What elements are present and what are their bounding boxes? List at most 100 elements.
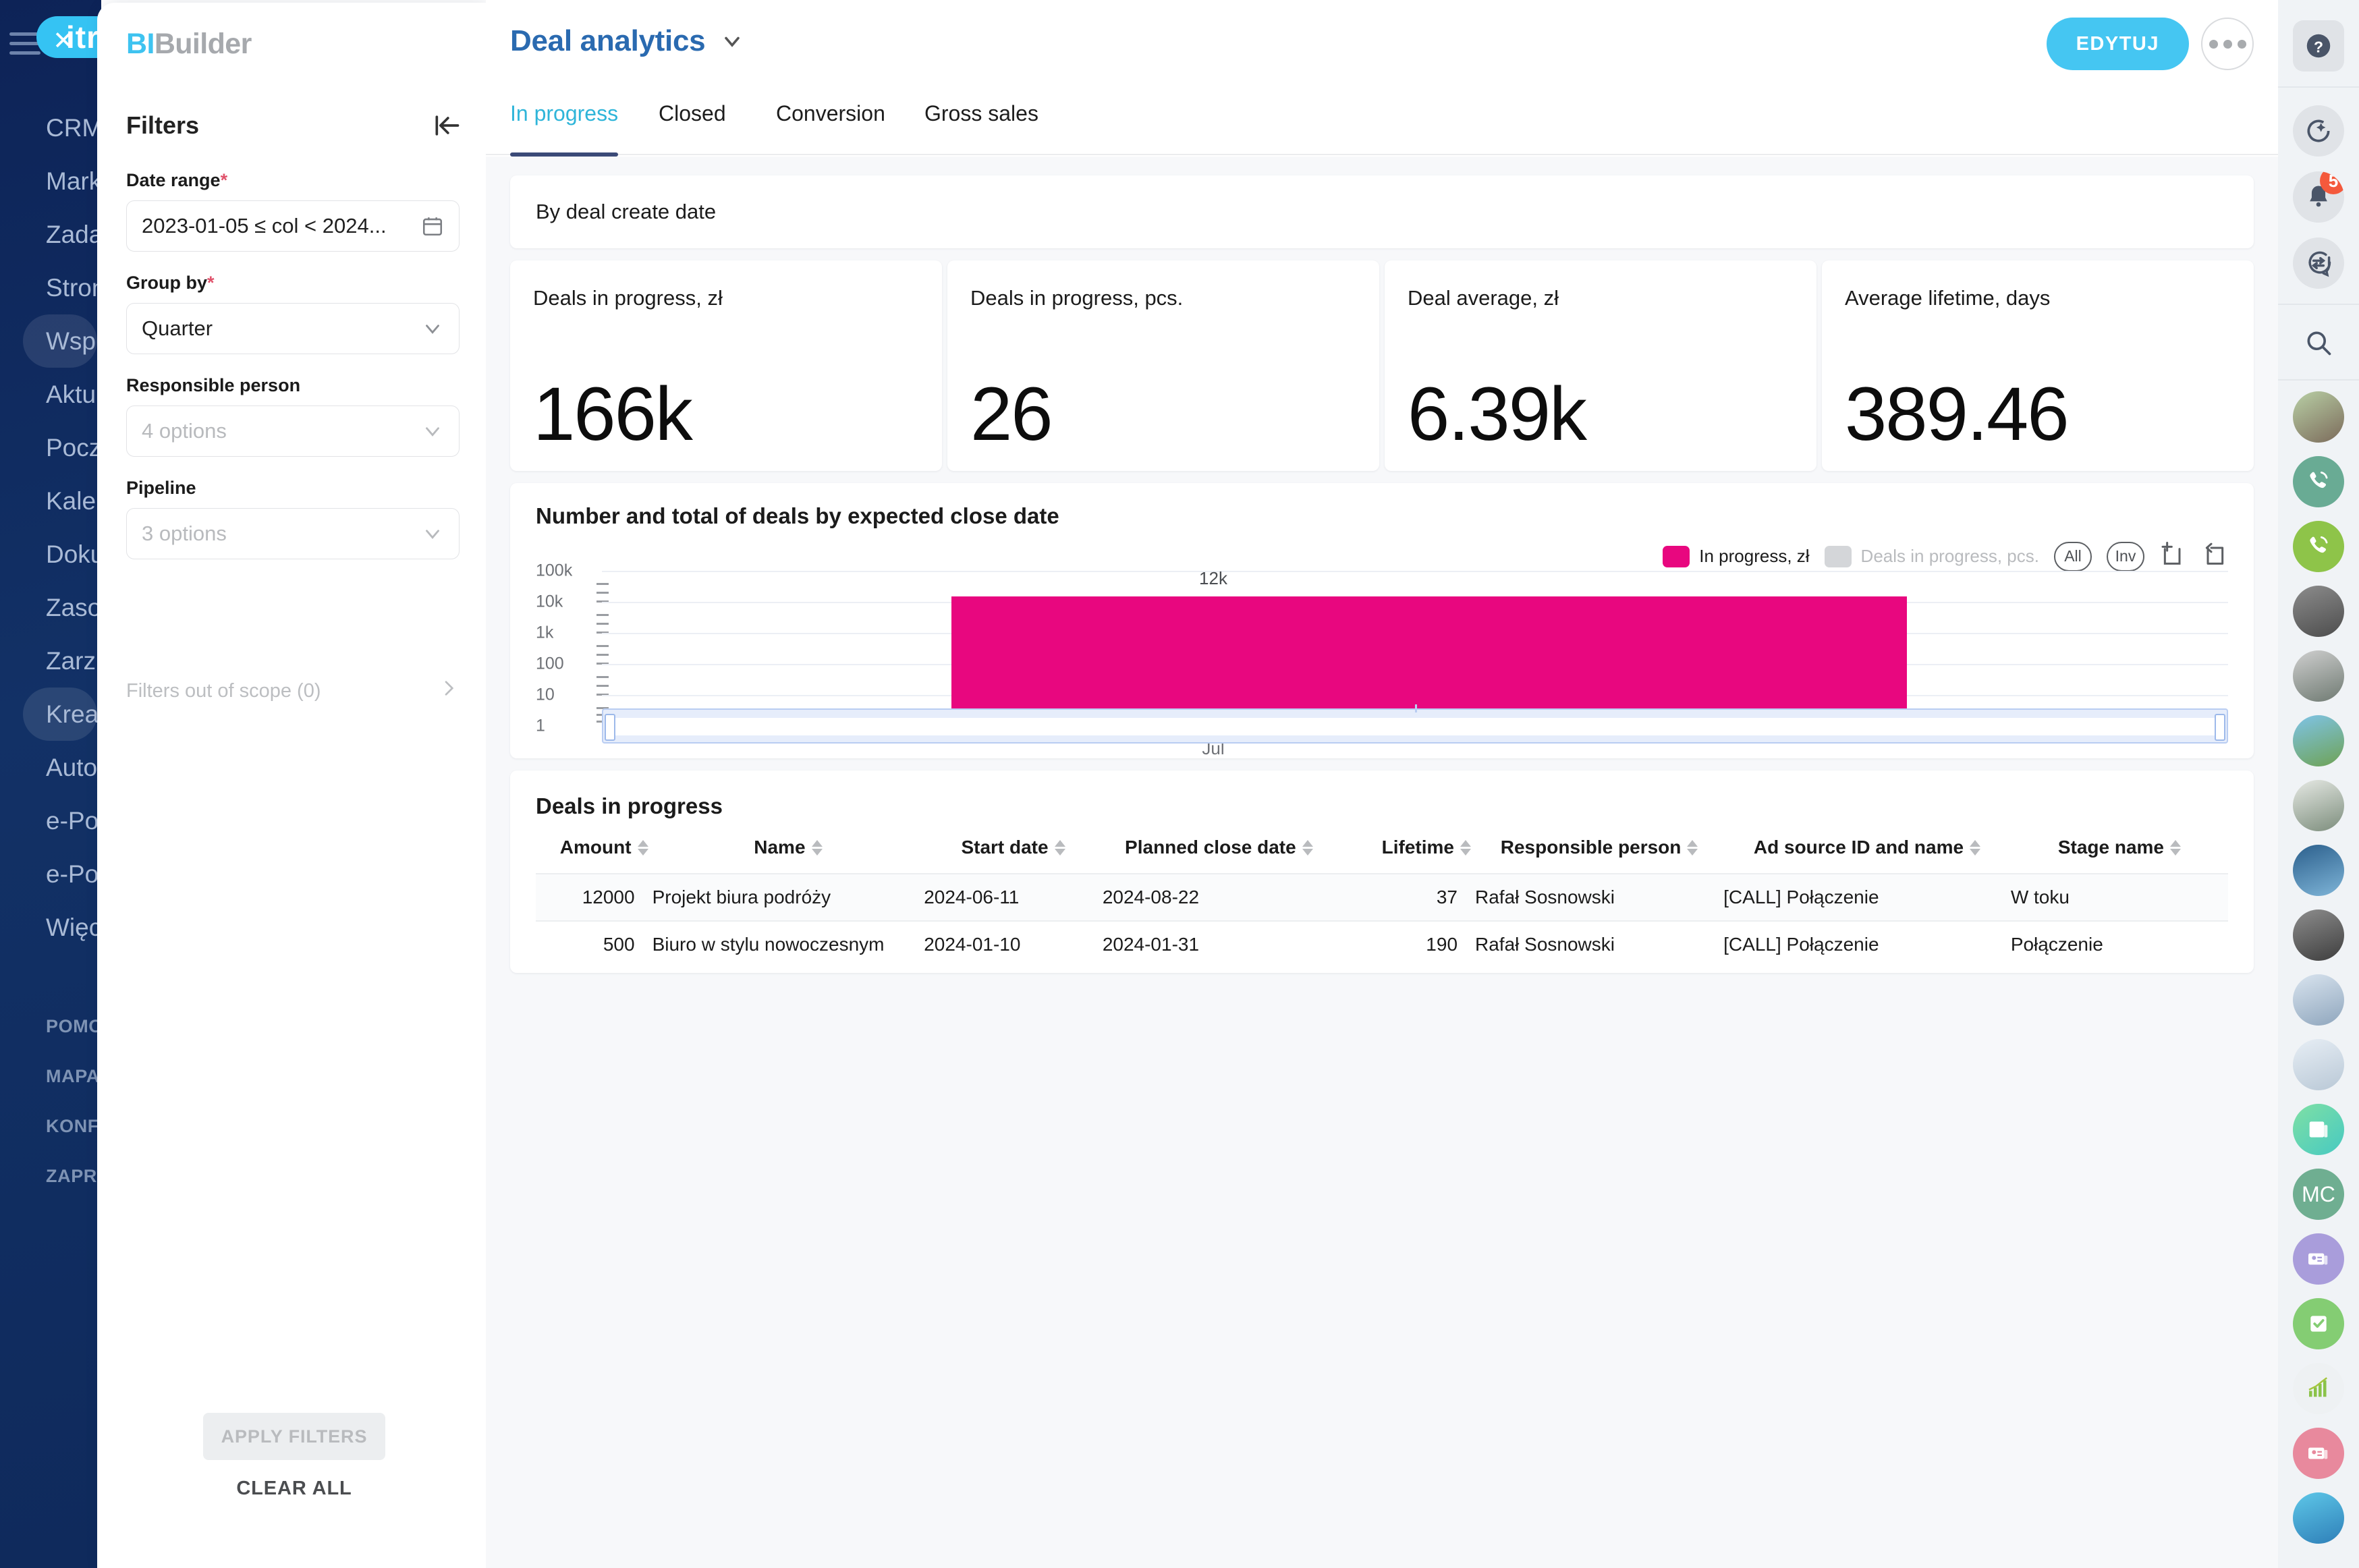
sidebar-item-tasks[interactable]: Zada bbox=[0, 208, 101, 261]
reset-chart-icon[interactable] bbox=[2201, 541, 2228, 571]
invert-series-button[interactable]: Inv bbox=[2107, 542, 2144, 571]
column-header-amount[interactable]: Amount bbox=[536, 837, 653, 874]
pipeline-value: 3 options bbox=[142, 522, 227, 546]
sidebar-section-help[interactable]: POMO bbox=[0, 1001, 101, 1051]
chart-bar-label: 12k bbox=[1199, 568, 1227, 589]
help-icon[interactable]: ? bbox=[2293, 20, 2344, 72]
kpi-card-average-lifetime: Average lifetime, days 389.46 bbox=[1822, 260, 2254, 471]
close-icon[interactable]: ✕ bbox=[53, 28, 74, 54]
sort-icon[interactable] bbox=[1460, 840, 1471, 856]
call-green-icon[interactable] bbox=[2293, 456, 2344, 507]
chart-range-handle-right[interactable] bbox=[2215, 714, 2225, 741]
sort-icon[interactable] bbox=[1970, 840, 1980, 856]
select-all-series-button[interactable]: All bbox=[2054, 542, 2092, 571]
avatar[interactable] bbox=[2293, 586, 2344, 637]
avatar[interactable] bbox=[2293, 909, 2344, 961]
chevron-down-icon[interactable] bbox=[421, 420, 444, 443]
group-by-select[interactable]: Quarter bbox=[126, 303, 460, 354]
pipeline-select[interactable]: 3 options bbox=[126, 508, 460, 559]
notifications-bell-icon[interactable]: 5 bbox=[2293, 171, 2344, 223]
tasks-app-icon[interactable] bbox=[2293, 1298, 2344, 1349]
sidebar-item-inbox[interactable]: Pocz bbox=[0, 421, 101, 474]
column-header-planned-close-date[interactable]: Planned close date bbox=[1103, 837, 1335, 874]
collapse-panel-icon[interactable] bbox=[432, 111, 462, 140]
avatar[interactable] bbox=[2293, 845, 2344, 896]
sidebar-item-creator[interactable]: Krea bbox=[23, 688, 97, 741]
column-header-responsible-person[interactable]: Responsible person bbox=[1475, 837, 1723, 874]
sidebar-item-collaboration[interactable]: Wsp bbox=[23, 314, 97, 368]
column-header-stage-name[interactable]: Stage name bbox=[2011, 837, 2228, 874]
responsible-person-select[interactable]: 4 options bbox=[126, 405, 460, 457]
chart-bar[interactable] bbox=[951, 596, 1907, 725]
sort-icon[interactable] bbox=[1055, 840, 1065, 856]
sidebar-section-invite[interactable]: ZAPRO bbox=[0, 1151, 101, 1201]
avatar[interactable] bbox=[2293, 1039, 2344, 1090]
tab-gross-sales[interactable]: Gross sales bbox=[924, 100, 1038, 155]
sidebar-item-epodpis[interactable]: e-Po bbox=[0, 794, 101, 847]
sidebar-item-crm[interactable]: CRM bbox=[0, 101, 101, 155]
cell-lifetime: 37 bbox=[1335, 874, 1475, 921]
page-title[interactable]: Deal analytics bbox=[510, 24, 744, 58]
filter-label-date-range: Date range* bbox=[126, 170, 460, 191]
sort-icon[interactable] bbox=[638, 840, 648, 856]
avatar[interactable] bbox=[2293, 391, 2344, 443]
sidebar-item-marketing[interactable]: Mark bbox=[0, 155, 101, 208]
legend-item-in-progress[interactable]: In progress, zł bbox=[1663, 546, 1809, 567]
sidebar-item-resources[interactable]: Zaso bbox=[0, 581, 101, 634]
sidebar-item-documents[interactable]: Doku bbox=[0, 528, 101, 581]
analytics-app-icon[interactable] bbox=[2293, 1363, 2344, 1414]
filters-out-of-scope[interactable]: Filters out of scope (0) bbox=[126, 677, 460, 704]
news-app-icon[interactable] bbox=[2293, 1104, 2344, 1155]
table-row[interactable]: 12000 Projekt biura podróży 2024-06-11 2… bbox=[536, 874, 2228, 921]
chart-range-scrollbar[interactable] bbox=[602, 708, 2228, 744]
tab-closed[interactable]: Closed bbox=[659, 100, 726, 155]
add-to-dashboard-icon[interactable] bbox=[2159, 541, 2186, 571]
kpi-row: Deals in progress, zł 166k Deals in prog… bbox=[510, 260, 2254, 471]
sidebar-item-epoczta[interactable]: e-Po bbox=[0, 847, 101, 901]
edit-button[interactable]: EDYTUJ bbox=[2047, 18, 2189, 70]
tab-conversion[interactable]: Conversion bbox=[776, 100, 885, 155]
search-icon[interactable] bbox=[2293, 317, 2344, 368]
contacts-app-icon[interactable] bbox=[2293, 1233, 2344, 1285]
calendar-icon[interactable] bbox=[421, 215, 444, 237]
chevron-down-icon[interactable] bbox=[720, 29, 744, 53]
clear-all-button[interactable]: CLEAR ALL bbox=[236, 1478, 352, 1500]
sidebar-item-sites[interactable]: Stron bbox=[0, 261, 101, 314]
avatar[interactable] bbox=[2293, 974, 2344, 1026]
sidebar-section-config[interactable]: KONFI bbox=[0, 1101, 101, 1151]
avatar[interactable]: MC bbox=[2293, 1169, 2344, 1220]
chat-messages-icon[interactable] bbox=[2293, 237, 2344, 289]
sidebar-item-news[interactable]: Aktu bbox=[0, 368, 101, 421]
more-horizontal-icon[interactable] bbox=[2201, 18, 2254, 70]
sidebar-item-management[interactable]: Zarz bbox=[0, 634, 101, 688]
avatar[interactable] bbox=[2293, 650, 2344, 702]
legend-item-deals-pcs[interactable]: Deals in progress, pcs. bbox=[1825, 546, 2039, 567]
avatar[interactable] bbox=[2293, 715, 2344, 766]
column-header-name[interactable]: Name bbox=[653, 837, 924, 874]
sidebar-item-more[interactable]: Więc bbox=[0, 901, 101, 954]
date-range-input[interactable]: 2023-01-05 ≤ col < 2024... bbox=[126, 200, 460, 252]
sidebar-section-map[interactable]: MAPA bbox=[0, 1051, 101, 1101]
sort-icon[interactable] bbox=[812, 840, 823, 856]
kpi-value: 389.46 bbox=[1845, 376, 2068, 452]
chart-range-handle-left[interactable] bbox=[605, 714, 615, 741]
sort-icon[interactable] bbox=[2170, 840, 2181, 856]
sidebar-item-automation[interactable]: Auto bbox=[0, 741, 101, 794]
sort-icon[interactable] bbox=[1302, 840, 1313, 856]
column-header-ad-source[interactable]: Ad source ID and name bbox=[1723, 837, 2011, 874]
avatar[interactable] bbox=[2293, 1492, 2344, 1544]
sidebar-item-calendar[interactable]: Kale bbox=[0, 474, 101, 528]
crm-app-icon[interactable] bbox=[2293, 1428, 2344, 1479]
avatar[interactable] bbox=[2293, 780, 2344, 831]
sort-icon[interactable] bbox=[1687, 840, 1698, 856]
chevron-down-icon[interactable] bbox=[421, 317, 444, 340]
call-lightgreen-icon[interactable] bbox=[2293, 521, 2344, 572]
apply-filters-button[interactable]: APPLY FILTERS bbox=[203, 1413, 385, 1460]
column-header-start-date[interactable]: Start date bbox=[924, 837, 1103, 874]
legend-swatch bbox=[1663, 546, 1690, 567]
tab-in-progress[interactable]: In progress bbox=[510, 100, 618, 155]
copilot-ai-icon[interactable] bbox=[2293, 105, 2344, 157]
chevron-down-icon[interactable] bbox=[421, 522, 444, 545]
table-row[interactable]: 500 Biuro w stylu nowoczesnym 2024-01-10… bbox=[536, 921, 2228, 968]
column-header-lifetime[interactable]: Lifetime bbox=[1335, 837, 1475, 874]
